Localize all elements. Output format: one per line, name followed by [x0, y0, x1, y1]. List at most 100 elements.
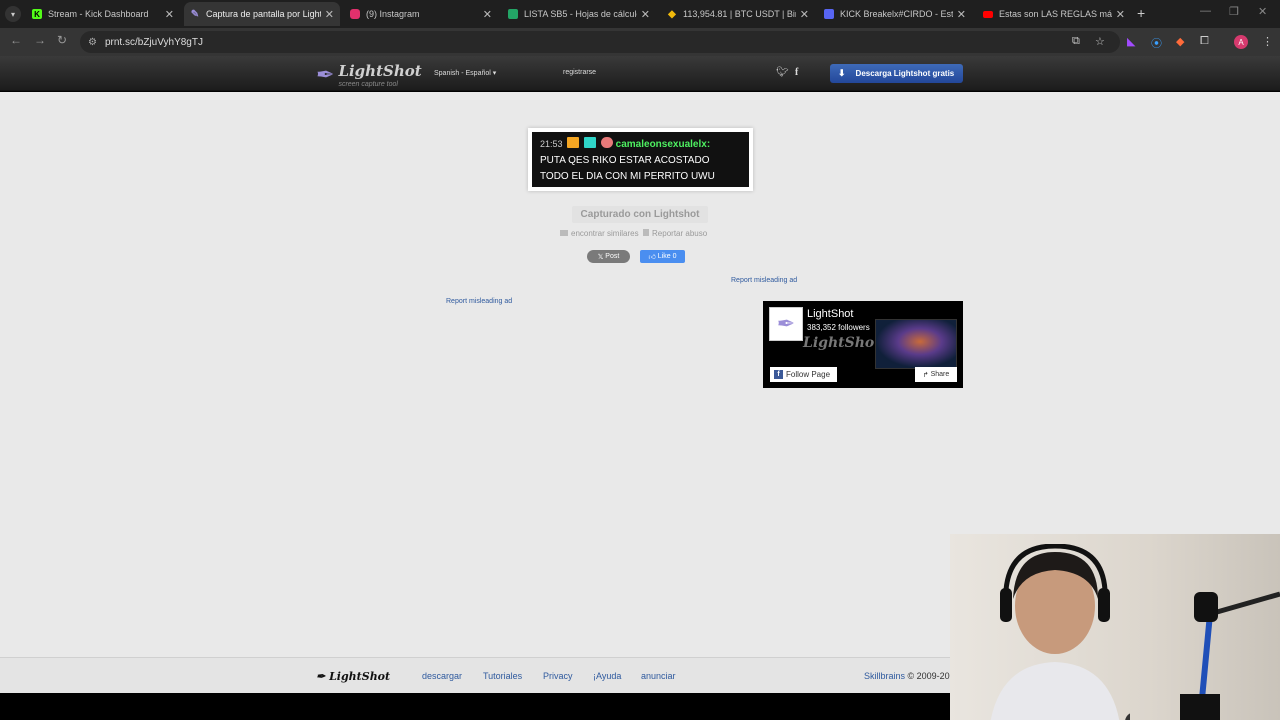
chat-line-1: PUTA QES RIKO ESTAR ACOSTADO: [540, 155, 710, 166]
profile-avatar[interactable]: A: [1234, 35, 1248, 49]
share-button[interactable]: ↱ Share: [915, 367, 957, 382]
language-label: Spanish - Español: [434, 70, 491, 77]
screenshot-image[interactable]: 21:53 camaleonsexualelx: PUTA QES RIKO E…: [528, 128, 753, 191]
extensions-puzzle-icon[interactable]: ⧠: [1200, 35, 1209, 48]
tab-instagram[interactable]: (9) Instagram ✕: [344, 2, 498, 26]
extension-twitch-icon[interactable]: ◣: [1127, 35, 1135, 48]
extension-audio-icon[interactable]: ⦿: [1151, 35, 1162, 51]
lightshot-logo[interactable]: ✒ LightShot screen capture tool: [316, 62, 422, 88]
tab-binance[interactable]: ◆ 113,954.81 | BTC USDT | Binance ✕: [661, 2, 815, 26]
skillbrains-link[interactable]: Skillbrains: [864, 671, 905, 681]
microphone-arm: [1180, 591, 1280, 720]
tab-google-sheets[interactable]: LISTA SB5 - Hojas de cálculo de Google ✕: [502, 2, 656, 26]
close-icon[interactable]: ✕: [800, 8, 809, 21]
facebook-icon: f: [774, 370, 783, 379]
tab-title: Stream - Kick Dashboard: [48, 9, 149, 19]
register-link[interactable]: registrarse: [563, 69, 596, 76]
install-app-icon[interactable]: ⧉: [1072, 35, 1080, 48]
close-icon[interactable]: ✕: [483, 8, 492, 21]
binance-icon: ◆: [668, 8, 676, 20]
chat-username: camaleonsexualelx:: [615, 139, 711, 150]
browser-toolbar: ← → ↻ ⚙ prnt.sc/bZjuVyhY8gTJ ⧉ ☆ ◣ ⦿ ◆ ⧠…: [0, 28, 1280, 56]
report-ad-link-2[interactable]: Report misleading ad: [446, 298, 512, 305]
x-post-button[interactable]: 𝕏 Post: [587, 250, 630, 263]
language-selector[interactable]: Spanish - Español ▾: [434, 69, 496, 77]
follow-label: Follow Page: [786, 370, 831, 379]
forward-icon[interactable]: →: [34, 33, 46, 47]
footer-link-tutorials[interactable]: Tutoriales: [483, 671, 522, 681]
discord-icon: [824, 9, 834, 19]
address-bar[interactable]: ⚙ prnt.sc/bZjuVyhY8gTJ: [80, 31, 1120, 53]
tab-title: Captura de pantalla por Lightshot: [206, 9, 321, 19]
close-icon[interactable]: ✕: [325, 8, 334, 21]
captured-with-label: Capturado con Lightshot: [572, 206, 708, 223]
lightshot-feather-icon: ✎: [190, 8, 200, 20]
pig-badge-icon: [600, 137, 613, 148]
url-text: prnt.sc/bZjuVyhY8gTJ: [104, 36, 203, 48]
site-info-icon[interactable]: ⚙: [88, 37, 97, 48]
find-similar-link[interactable]: encontrar similares: [571, 229, 639, 238]
bookmark-star-icon[interactable]: ☆: [1095, 35, 1105, 48]
extension-fox-icon[interactable]: ◆: [1176, 35, 1184, 48]
close-icon[interactable]: ✕: [1116, 8, 1125, 21]
footer-link-privacy[interactable]: Privacy: [543, 671, 573, 681]
back-icon[interactable]: ←: [10, 33, 22, 47]
youtube-icon: [983, 10, 993, 18]
tab-title: KICK Breakelx#CIRDO - Estadísticas: [840, 9, 953, 19]
tab-search-button[interactable]: ▾: [5, 6, 21, 22]
tab-kick-stats[interactable]: KICK Breakelx#CIRDO - Estadísticas ✕: [818, 2, 972, 26]
footer-logo[interactable]: ✒ LightShot: [316, 670, 390, 683]
logo-subtitle: screen capture tool: [338, 80, 398, 88]
webcam-overlay: [950, 534, 1280, 720]
footer-logo-text: LightShot: [329, 670, 391, 683]
page-logo[interactable]: ✒: [769, 307, 803, 341]
menu-kebab-icon[interactable]: ⋮: [1262, 35, 1273, 48]
x-logo-icon: 𝕏: [597, 253, 606, 261]
download-icon: ⬇: [838, 68, 846, 78]
image-actions: encontrar similares Reportar abuso: [560, 229, 707, 238]
footer-link-help[interactable]: ¡Ayuda: [593, 671, 621, 681]
tab-title: Estas son LAS REGLAS más importantes: [999, 9, 1112, 19]
follow-page-button[interactable]: f Follow Page: [770, 367, 837, 382]
twitter-icon[interactable]: 🐦︎: [776, 67, 789, 78]
feather-icon: ✒: [316, 62, 335, 87]
close-icon[interactable]: ✕: [957, 8, 966, 21]
facebook-page-widget: ✒ LightShot 383,352 followers LightShot …: [763, 301, 963, 388]
tab-strip: ▾ K Stream - Kick Dashboard ✕ ✎ Captura …: [0, 0, 1280, 28]
report-ad-link-1[interactable]: Report misleading ad: [731, 277, 797, 284]
tab-title: LISTA SB5 - Hojas de cálculo de Google: [524, 9, 637, 19]
close-window-icon[interactable]: ✕: [1258, 5, 1267, 18]
chevron-down-icon: ▾: [10, 9, 15, 19]
fb-like-button[interactable]: 👍︎ Like 0: [640, 250, 685, 263]
x-post-label: Post: [605, 253, 620, 260]
facebook-icon[interactable]: f: [795, 67, 798, 78]
chat-time: 21:53: [540, 139, 563, 149]
streamer-figure: [990, 544, 1130, 720]
minimize-icon[interactable]: —: [1200, 5, 1211, 17]
close-icon[interactable]: ✕: [641, 8, 650, 21]
close-icon[interactable]: ✕: [165, 8, 174, 21]
feather-icon: ✒: [776, 311, 796, 336]
page-name[interactable]: LightShot: [807, 308, 853, 320]
chevron-down-icon: ▾: [492, 70, 497, 77]
tab-youtube[interactable]: Estas son LAS REGLAS más importantes ✕: [977, 2, 1131, 26]
footer-link-advertise[interactable]: anunciar: [641, 671, 676, 681]
tab-kick-dashboard[interactable]: K Stream - Kick Dashboard ✕: [26, 2, 180, 26]
kick-icon: K: [32, 9, 42, 19]
new-tab-icon[interactable]: +: [1137, 5, 1145, 21]
report-abuse-link[interactable]: Reportar abuso: [652, 229, 707, 238]
reload-icon[interactable]: ↻: [57, 33, 67, 47]
download-button[interactable]: ⬇ Descarga Lightshot gratis: [830, 64, 963, 83]
feather-icon: ✒: [316, 670, 326, 683]
footer-link-download[interactable]: descargar: [422, 671, 462, 681]
screen: ▾ K Stream - Kick Dashboard ✕ ✎ Captura …: [0, 0, 1280, 720]
chat-line-2: TODO EL DIA CON MI PERRITO UWU: [540, 171, 715, 182]
copyright-text: © 2009-20: [907, 671, 950, 681]
thumbs-up-icon: 👍︎: [648, 254, 658, 261]
tab-lightshot[interactable]: ✎ Captura de pantalla por Lightshot ✕: [184, 2, 340, 26]
cover-image: [875, 319, 957, 369]
restore-icon[interactable]: ❐: [1229, 5, 1239, 18]
download-label: Descarga Lightshot gratis: [855, 69, 955, 78]
image-icon: [560, 230, 568, 236]
followers-count: 383,352 followers: [807, 323, 870, 332]
